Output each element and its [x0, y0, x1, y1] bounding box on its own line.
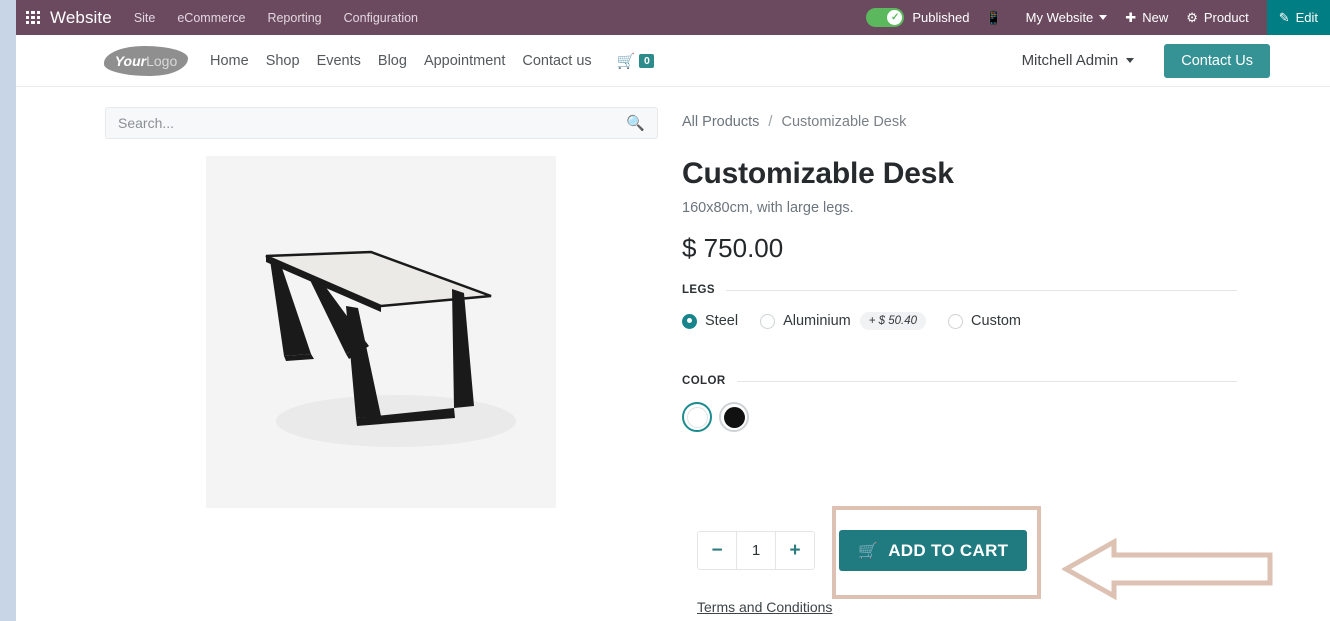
legs-option-custom-label: Custom — [971, 313, 1021, 329]
radio-selected-icon[interactable] — [682, 313, 697, 329]
search-icon[interactable]: 🔍 — [626, 114, 645, 132]
product-menu-button[interactable]: ⚙ Product — [1186, 10, 1248, 26]
quantity-increase-button[interactable]: + — [776, 532, 814, 569]
current-app-name[interactable]: Website — [50, 8, 112, 28]
logo-text-bold: Your — [114, 52, 147, 69]
website-selector-label: My Website — [1025, 10, 1094, 25]
color-swatch-black[interactable] — [719, 402, 749, 432]
search-bar[interactable]: 🔍 — [105, 107, 658, 139]
radio-unselected-icon[interactable] — [948, 313, 964, 329]
quantity-stepper: − + — [697, 531, 815, 570]
legs-option-custom[interactable]: Custom — [948, 313, 1021, 329]
nav-item-home[interactable]: Home — [210, 53, 249, 69]
sysmenu-site[interactable]: Site — [134, 11, 156, 25]
new-button-label: New — [1142, 10, 1169, 25]
website-header: YourLogo Home Shop Events Blog Appointme… — [16, 35, 1330, 87]
breadcrumb: All Products / Customizable Desk — [682, 114, 906, 130]
attribute-legs-options: Steel Aluminium + $ 50.40 Custom — [682, 312, 1237, 330]
attribute-color-divider — [736, 380, 1237, 382]
sysmenu-reporting[interactable]: Reporting — [267, 11, 321, 25]
attribute-legs-label: LEGS — [682, 284, 715, 296]
product-menu-label: Product — [1203, 10, 1249, 25]
attribute-color-header: COLOR — [682, 375, 1237, 387]
nav-item-blog[interactable]: Blog — [378, 53, 407, 69]
attribute-color: COLOR — [682, 375, 1237, 432]
quantity-decrease-button[interactable]: − — [698, 532, 736, 569]
breadcrumb-current: Customizable Desk — [781, 114, 907, 130]
header-right-group: Mitchell Admin Contact Us — [1022, 43, 1270, 78]
website-selector[interactable]: My Website — [1026, 10, 1108, 25]
product-subtitle: 160x80cm, with large legs. — [682, 200, 854, 216]
header-cart-button[interactable]: 🛒 0 — [617, 52, 655, 70]
publish-switch-icon[interactable] — [866, 8, 905, 27]
customizable-desk-illustration — [206, 156, 556, 508]
user-menu[interactable]: Mitchell Admin — [1022, 52, 1135, 69]
system-bar-left-group: Website Site eCommerce Reporting Configu… — [16, 0, 440, 35]
add-to-cart-button[interactable]: 🛒 ADD TO CART — [839, 530, 1028, 571]
legs-option-aluminium-extra-price: + $ 50.40 — [859, 312, 927, 330]
attribute-legs: LEGS Steel Aluminium + $ 50.40 Custom — [682, 284, 1237, 330]
attribute-color-swatches — [682, 402, 1237, 432]
product-image[interactable] — [206, 156, 556, 508]
page-title: Customizable Desk — [682, 157, 954, 190]
legs-option-aluminium[interactable]: Aluminium + $ 50.40 — [760, 312, 927, 330]
mobile-preview-button[interactable]: 📱 — [985, 10, 1007, 26]
breadcrumb-all-products[interactable]: All Products — [682, 114, 759, 130]
site-navigation: Home Shop Events Blog Appointment Contac… — [210, 52, 655, 70]
attribute-legs-divider — [725, 289, 1237, 291]
nav-item-shop[interactable]: Shop — [266, 53, 300, 69]
odoo-system-bar: Website Site eCommerce Reporting Configu… — [16, 0, 1330, 35]
chevron-down-icon — [1126, 58, 1135, 63]
legs-option-steel-label: Steel — [705, 313, 739, 329]
color-swatch-white[interactable] — [682, 402, 712, 432]
page-content: 🔍 All Products / Customizable Desk — [16, 88, 1330, 621]
edit-button-label: Edit — [1295, 10, 1318, 25]
legs-option-steel[interactable]: Steel — [682, 313, 738, 329]
publish-toggle[interactable]: Published — [866, 8, 969, 27]
site-logo[interactable]: YourLogo — [104, 45, 188, 76]
mobile-preview-icon: 📱 — [985, 9, 1002, 25]
browser-viewport: Website Site eCommerce Reporting Configu… — [0, 0, 1330, 621]
nav-item-events[interactable]: Events — [317, 53, 361, 69]
chevron-down-icon — [1099, 15, 1108, 20]
shopping-cart-icon: 🛒 — [858, 542, 879, 560]
nav-item-appointment[interactable]: Appointment — [424, 53, 505, 69]
new-button[interactable]: ✚ New — [1125, 10, 1168, 26]
system-bar-right-group: Published 📱 My Website ✚ New ⚙ Product ✎… — [866, 0, 1330, 35]
cart-count-badge: 0 — [639, 53, 655, 68]
quantity-input[interactable] — [736, 532, 776, 569]
plus-icon: ✚ — [1125, 9, 1137, 25]
search-input[interactable] — [118, 115, 627, 131]
publish-status-label: Published — [912, 10, 970, 25]
sysmenu-configuration[interactable]: Configuration — [344, 11, 418, 25]
annotation-arrow-left — [1060, 537, 1274, 605]
edit-button[interactable]: ✎ Edit — [1266, 0, 1330, 35]
logo-text-light: Logo — [146, 52, 178, 69]
breadcrumb-separator: / — [768, 114, 773, 130]
user-name-label: Mitchell Admin — [1021, 52, 1119, 69]
pencil-icon: ✎ — [1278, 9, 1290, 25]
product-price: $ 750.00 — [682, 233, 784, 263]
nav-item-contact-us[interactable]: Contact us — [522, 53, 591, 69]
site-logo-text: YourLogo — [115, 53, 178, 69]
terms-and-conditions-link[interactable]: Terms and Conditions — [697, 599, 832, 615]
cart-actions-row: − + 🛒 ADD TO CART — [697, 530, 1028, 571]
shopping-cart-icon: 🛒 — [616, 52, 636, 70]
apps-grid-icon[interactable] — [26, 10, 40, 25]
attribute-legs-header: LEGS — [682, 284, 1237, 296]
gear-icon: ⚙ — [1186, 9, 1198, 25]
attribute-color-label: COLOR — [682, 375, 726, 387]
add-to-cart-label: ADD TO CART — [888, 540, 1009, 560]
contact-us-button[interactable]: Contact Us — [1164, 43, 1270, 78]
radio-unselected-icon[interactable] — [760, 313, 776, 329]
sysmenu-ecommerce[interactable]: eCommerce — [177, 11, 245, 25]
page-left-gutter — [0, 0, 16, 621]
legs-option-aluminium-label: Aluminium — [783, 313, 851, 329]
